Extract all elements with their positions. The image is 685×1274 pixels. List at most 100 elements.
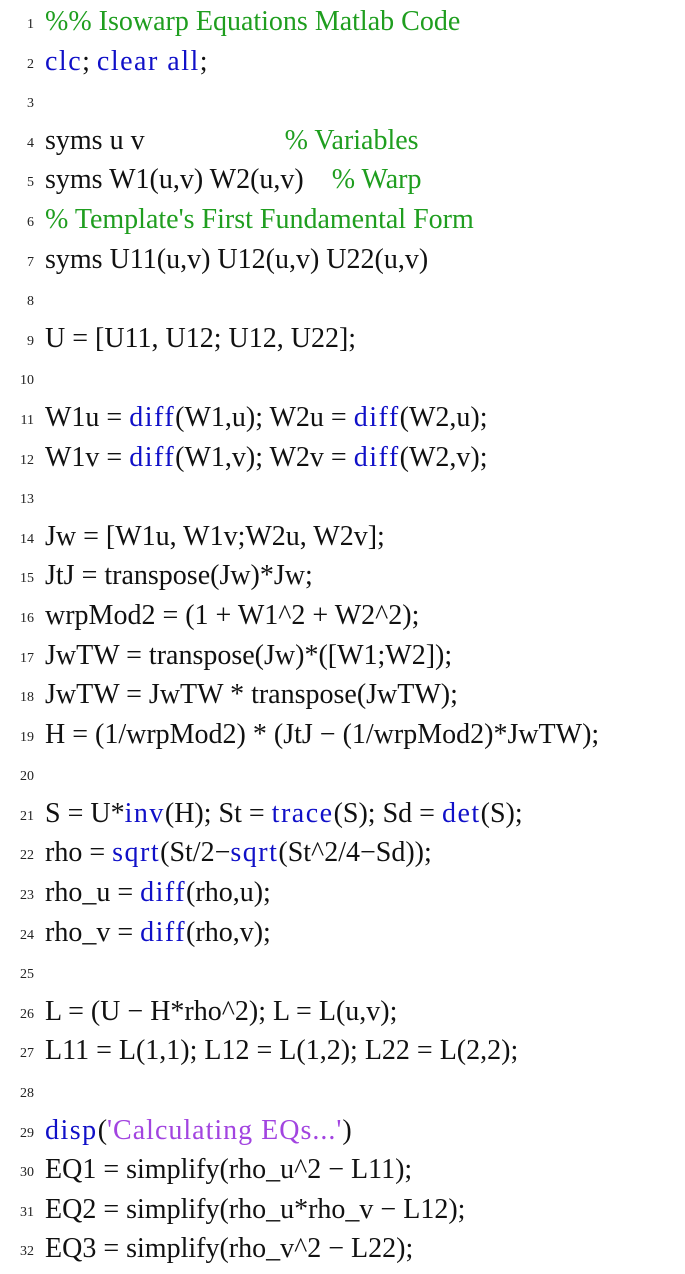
code-line: 23 rho_u = diff(rho,u);: [0, 873, 685, 913]
line-number: 9: [27, 333, 34, 349]
keyword-token: clc: [45, 45, 83, 77]
code-text: disp('Calculating EQs...'): [45, 1111, 352, 1151]
line-number: 1: [27, 17, 34, 32]
code-text: L = (U − H*rho^2); L = L(u,v);: [45, 992, 397, 1032]
code-token: ): [342, 1114, 352, 1146]
keyword-token: diff: [140, 877, 187, 909]
line-number: 27: [20, 1046, 34, 1062]
code-token: syms W1(u,v) W2(u,v): [45, 164, 332, 196]
code-line: 30 EQ1 = simplify(rho_u^2 − L11);: [0, 1150, 685, 1190]
code-token: (W2,v);: [399, 441, 488, 473]
code-line: 12 W1v = diff(W1,v); W2v = diff(W2,v);: [0, 438, 685, 478]
code-line: 27 L11 = L(1,1); L12 = L(1,2); L22 = L(2,…: [0, 1031, 685, 1071]
line-number: 14: [20, 531, 34, 547]
keyword-token: clear all: [96, 45, 200, 77]
code-line: 31 EQ2 = simplify(rho_u*rho_v − L12);: [0, 1190, 685, 1230]
line-number: 31: [20, 1204, 34, 1220]
code-line: 4 syms u v % Variables: [0, 121, 685, 161]
code-text: JwTW = JwTW * transpose(JwTW);: [45, 675, 458, 715]
code-line: 17 JwTW = transpose(Jw)*([W1;W2]);: [0, 636, 685, 676]
code-text: W1u = diff(W1,u); W2u = diff(W2,u);: [45, 398, 488, 438]
code-token: (rho,u);: [186, 877, 271, 909]
code-token: (rho,v);: [186, 916, 271, 948]
code-token: ;: [199, 45, 208, 77]
code-line: 29 disp('Calculating EQs...'): [0, 1111, 685, 1151]
code-text: syms u v % Variables: [45, 121, 419, 161]
code-token: (St/2−: [160, 837, 231, 869]
code-token: JwTW = transpose(Jw)*([W1;W2]);: [45, 639, 453, 671]
code-text: EQ3 = simplify(rho_v^2 − L22);: [45, 1229, 413, 1269]
code-token: H = (1/wrpMod2) * (JtJ − (1/wrpMod2)*JwT…: [45, 718, 600, 750]
code-line: 9 U = [U11, U12; U12, U22];: [0, 319, 685, 359]
line-number: 25: [20, 967, 34, 983]
line-number: 12: [20, 452, 34, 468]
code-line: 1 %% Isowarp Equations Matlab Code: [0, 2, 685, 42]
code-token: L11 = L(1,1); L12 = L(1,2); L22 = L(2,2)…: [45, 1035, 519, 1067]
code-text: rho_v = diff(rho,v);: [45, 913, 271, 953]
keyword-token: diff: [129, 441, 176, 473]
code-token: rho_v =: [45, 916, 141, 948]
code-text: EQ1 = simplify(rho_u^2 − L11);: [45, 1150, 412, 1190]
line-number: 4: [27, 135, 34, 151]
code-token: (W1,u); W2u =: [175, 401, 354, 433]
code-line: 3: [0, 81, 685, 121]
line-number: 2: [27, 56, 34, 72]
line-number: 17: [20, 650, 34, 666]
code-line: 32 EQ3 = simplify(rho_v^2 − L22);: [0, 1229, 685, 1269]
keyword-token: trace: [271, 797, 334, 829]
code-line: 13: [0, 477, 685, 517]
code-line: 6 % Template's First Fundamental Form: [0, 200, 685, 240]
code-text: % Template's First Fundamental Form: [45, 200, 474, 240]
line-number: 3: [27, 96, 34, 112]
line-number: 29: [20, 1125, 34, 1141]
code-token: W1u =: [45, 401, 130, 433]
code-token: (W2,u);: [399, 401, 488, 433]
keyword-token: det: [441, 797, 481, 829]
line-number: 16: [20, 610, 34, 626]
code-text: rho_u = diff(rho,u);: [45, 873, 271, 913]
code-text: rho = sqrt(St/2−sqrt(St^2/4−Sd));: [45, 833, 432, 873]
keyword-token: sqrt: [112, 837, 161, 869]
code-token: JtJ = transpose(Jw)*Jw;: [45, 560, 313, 592]
code-line: 21 S = U*inv(H); St = trace(S); Sd = det(…: [0, 794, 685, 834]
code-line: 16 wrpMod2 = (1 + W1^2 + W2^2);: [0, 596, 685, 636]
line-number: 26: [20, 1006, 34, 1022]
line-number: 22: [20, 848, 34, 864]
code-text: Jw = [W1u, W1v;W2u, W2v];: [45, 517, 385, 557]
keyword-token: diff: [140, 916, 187, 948]
code-text: S = U*inv(H); St = trace(S); Sd = det(S)…: [45, 794, 523, 834]
keyword-token: disp: [45, 1114, 98, 1146]
code-line: 10: [0, 358, 685, 398]
code-token: syms U11(u,v) U12(u,v) U22(u,v): [45, 243, 429, 275]
line-number: 13: [20, 492, 34, 508]
code-text: JtJ = transpose(Jw)*Jw;: [45, 556, 313, 596]
code-token: syms u v: [45, 124, 285, 156]
code-line: 26 L = (U − H*rho^2); L = L(u,v);: [0, 992, 685, 1032]
code-line: 28: [0, 1071, 685, 1111]
comment-token: % Variables: [284, 124, 419, 156]
code-token: EQ1 = simplify(rho_u^2 − L11);: [45, 1154, 413, 1186]
line-number: 5: [27, 175, 34, 191]
code-token: rho_u =: [45, 877, 141, 909]
line-number: 21: [20, 808, 34, 824]
code-line: 8: [0, 279, 685, 319]
code-listing: 1 %% Isowarp Equations Matlab Code 2 clc; c…: [0, 2, 685, 1269]
line-number: 28: [20, 1086, 34, 1102]
line-number: 32: [20, 1244, 34, 1260]
code-token: wrpMod2 = (1 + W1^2 + W2^2);: [45, 599, 420, 631]
code-token: JwTW = JwTW * transpose(JwTW);: [45, 679, 458, 711]
comment-token: % Warp: [331, 164, 422, 196]
code-line: 18 JwTW = JwTW * transpose(JwTW);: [0, 675, 685, 715]
comment-token: %% Isowarp Equations Matlab Code: [45, 6, 461, 37]
line-number: 10: [20, 373, 34, 389]
code-line: 11 W1u = diff(W1,u); W2u = diff(W2,u);: [0, 398, 685, 438]
code-text: L11 = L(1,1); L12 = L(1,2); L22 = L(2,2)…: [45, 1031, 518, 1071]
code-token: Jw = [W1u, W1v;W2u, W2v];: [45, 520, 385, 552]
code-token: W1v =: [45, 441, 130, 473]
keyword-token: sqrt: [230, 837, 279, 869]
code-token: rho =: [45, 837, 113, 869]
line-number: 6: [27, 214, 34, 230]
keyword-token: diff: [353, 441, 400, 473]
line-number: 20: [20, 769, 34, 785]
keyword-token: diff: [129, 401, 176, 433]
